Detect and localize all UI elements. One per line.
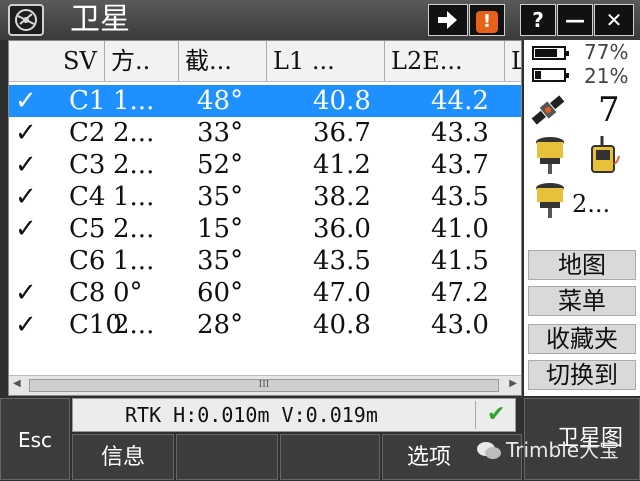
- footer-empty-button-2[interactable]: [280, 434, 380, 480]
- row-elevation: 48°: [197, 86, 244, 116]
- row-l1: 36.0: [313, 214, 371, 244]
- row-direction: 1...: [113, 246, 155, 276]
- column-header-l[interactable]: L: [505, 41, 521, 81]
- row-check-icon[interactable]: ✓: [15, 149, 37, 181]
- row-sv: C4: [69, 182, 106, 212]
- row-l1: 47.0: [313, 278, 371, 308]
- row-direction: 2...: [113, 310, 155, 340]
- row-direction: 2...: [113, 118, 155, 148]
- row-l2e: 43.0: [431, 310, 489, 340]
- row-direction: 1...: [113, 86, 155, 116]
- satellite-count: 7: [598, 90, 620, 130]
- horizontal-scrollbar[interactable]: ◀ III ▶: [9, 375, 521, 395]
- wechat-icon: [476, 440, 502, 466]
- scroll-right-arrow-icon[interactable]: ▶: [509, 378, 517, 389]
- table-row[interactable]: ✓ C8 0° 60° 47.0 47.2: [9, 277, 521, 309]
- window-title: 卫星: [70, 2, 130, 37]
- title-bar: 卫星 ! ? — ✕: [0, 0, 640, 40]
- satellite-icon[interactable]: [528, 90, 568, 134]
- table-row[interactable]: ✓ C1 1... 48° 40.8 44.2: [9, 85, 521, 117]
- check-icon: ✔: [487, 402, 506, 427]
- esc-button[interactable]: Esc: [0, 398, 70, 480]
- row-l1: 36.7: [313, 118, 371, 148]
- row-check-icon[interactable]: ✓: [15, 181, 37, 213]
- row-elevation: 15°: [197, 214, 244, 244]
- satellite-table[interactable]: SV 方.. 截... L1 ... L2E... L ✓C11...48°40…: [8, 40, 522, 396]
- arrow-right-icon[interactable]: [428, 4, 468, 36]
- row-l2e: 41.0: [431, 214, 489, 244]
- row-l1: 38.2: [313, 182, 371, 212]
- column-header-elevation[interactable]: 截...: [179, 41, 267, 81]
- row-elevation: 35°: [197, 246, 244, 276]
- watermark-text: Trimble大宝: [506, 438, 620, 462]
- table-row[interactable]: ✓ C2 2... 33° 36.7 43.3: [9, 117, 521, 149]
- receiver-2-icon[interactable]: [534, 182, 566, 224]
- row-l2e: 47.2: [431, 278, 489, 308]
- footer-empty-button-1[interactable]: [176, 434, 278, 480]
- row-l2e: 43.3: [431, 118, 489, 148]
- table-row[interactable]: ✓ C3 2... 52° 41.2 43.7: [9, 149, 521, 181]
- row-sv: C8: [69, 278, 106, 308]
- row-elevation: 60°: [197, 278, 244, 308]
- table-row[interactable]: ✓ C10 2... 28° 40.8 43.0: [9, 309, 521, 341]
- row-l2e: 43.5: [431, 182, 489, 212]
- favorites-button[interactable]: 收藏夹: [528, 324, 636, 354]
- row-l1: 40.8: [313, 86, 371, 116]
- row-l2e: 44.2: [431, 86, 489, 116]
- row-elevation: 33°: [197, 118, 244, 148]
- row-direction: 0°: [113, 278, 143, 308]
- row-direction: 1...: [113, 182, 155, 212]
- table-header: SV 方.. 截... L1 ... L2E... L: [9, 41, 521, 82]
- battery-1-percent: 77%: [584, 40, 629, 64]
- column-header-sv[interactable]: SV: [9, 41, 105, 81]
- trimble-logo-icon[interactable]: [8, 4, 44, 36]
- row-l2e: 41.5: [431, 246, 489, 276]
- column-header-l1[interactable]: L1 ...: [267, 41, 385, 81]
- table-row[interactable]: ✓ C4 1... 35° 38.2 43.5: [9, 181, 521, 213]
- minimize-button[interactable]: —: [557, 4, 593, 36]
- row-l2e: 43.7: [431, 150, 489, 180]
- row-elevation: 52°: [197, 150, 244, 180]
- row-l1: 41.2: [313, 150, 371, 180]
- scroll-thumb[interactable]: III: [29, 379, 499, 392]
- battery-2-icon: [532, 68, 569, 82]
- row-check-icon[interactable]: ✓: [15, 85, 37, 117]
- receiver-2-label: 2...: [572, 190, 611, 218]
- status-bar: RTK H:0.010m V:0.019m ✔: [72, 398, 516, 432]
- close-button[interactable]: ✕: [594, 4, 634, 36]
- row-check-icon[interactable]: ✓: [15, 309, 37, 341]
- column-header-l2e[interactable]: L2E...: [385, 41, 505, 81]
- row-sv: C1: [69, 86, 106, 116]
- row-sv: C2: [69, 118, 106, 148]
- scroll-left-arrow-icon[interactable]: ◀: [13, 378, 21, 389]
- row-l1: 40.8: [313, 310, 371, 340]
- row-sv: C5: [69, 214, 106, 244]
- row-elevation: 35°: [197, 182, 244, 212]
- row-check-icon[interactable]: ✓: [15, 213, 37, 245]
- column-header-direction[interactable]: 方..: [105, 41, 179, 81]
- status-text: RTK H:0.010m V:0.019m: [125, 403, 378, 427]
- row-l1: 43.5: [313, 246, 371, 276]
- table-row[interactable]: C6 1... 35° 43.5 41.5: [9, 245, 521, 277]
- gnss-receiver-icon[interactable]: [534, 136, 566, 178]
- row-sv: C3: [69, 150, 106, 180]
- controller-icon[interactable]: [590, 134, 620, 180]
- battery-1-icon: [532, 46, 569, 60]
- warning-icon: !: [476, 11, 498, 33]
- row-check-icon[interactable]: ✓: [15, 277, 37, 309]
- switch-to-button[interactable]: 切换到: [528, 360, 636, 390]
- table-row[interactable]: ✓ C5 2... 15° 36.0 41.0: [9, 213, 521, 245]
- warning-button[interactable]: !: [469, 4, 505, 36]
- map-button[interactable]: 地图: [528, 250, 636, 280]
- row-check-icon[interactable]: ✓: [15, 117, 37, 149]
- row-direction: 2...: [113, 150, 155, 180]
- help-button[interactable]: ?: [520, 4, 556, 36]
- row-direction: 2...: [113, 214, 155, 244]
- battery-2-percent: 21%: [584, 64, 629, 88]
- row-elevation: 28°: [197, 310, 244, 340]
- info-button[interactable]: 信息: [72, 434, 174, 480]
- menu-button[interactable]: 菜单: [528, 286, 636, 316]
- row-sv: C6: [69, 246, 106, 276]
